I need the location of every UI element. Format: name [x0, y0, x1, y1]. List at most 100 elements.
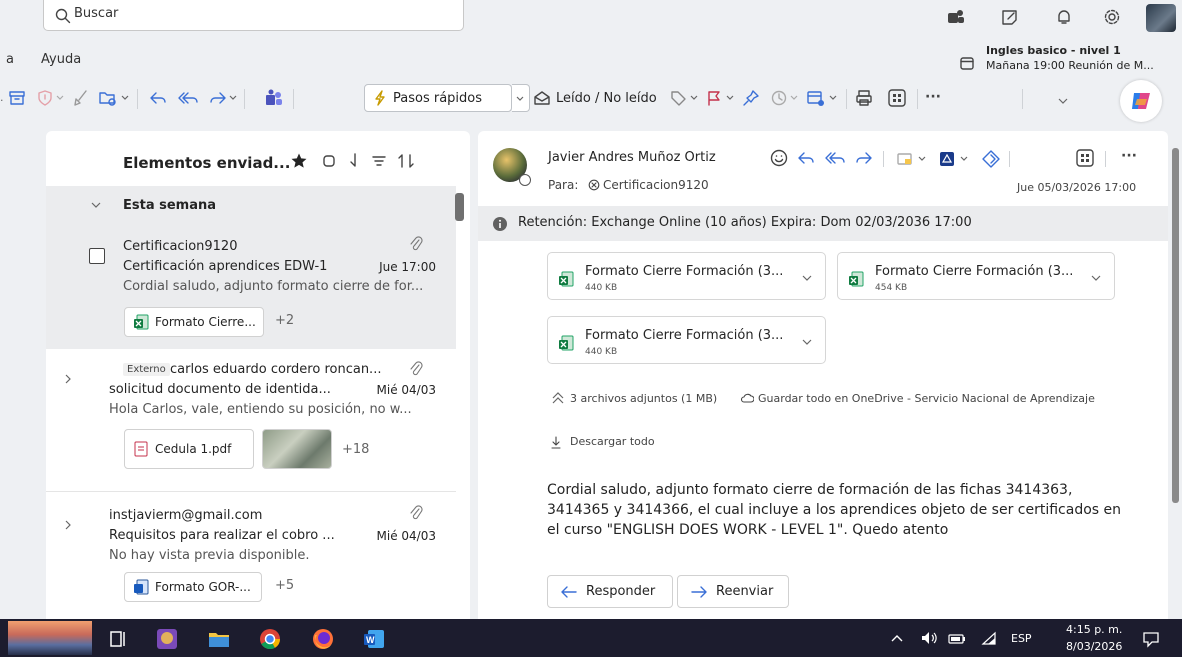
teams-icon[interactable] — [947, 8, 965, 26]
attachment-menu-chevron-icon[interactable] — [801, 274, 813, 284]
note-chevron-icon[interactable] — [917, 154, 927, 164]
more-attachments-count[interactable]: +18 — [342, 442, 369, 457]
forward-button[interactable]: Reenviar — [677, 575, 789, 608]
recipient-name[interactable]: Certificacion9120 — [603, 178, 709, 192]
archive-icon[interactable] — [8, 89, 26, 107]
emoji-reaction-icon[interactable] — [769, 148, 789, 168]
attachment-summary[interactable]: 3 archivos adjuntos (1 MB) — [570, 392, 717, 405]
battery-icon[interactable] — [947, 630, 967, 646]
attachment-chip[interactable]: Formato Cierre... — [124, 307, 264, 337]
flag-chevron-icon[interactable] — [725, 93, 735, 103]
report-chevron-icon[interactable] — [55, 93, 65, 103]
file-explorer-icon[interactable] — [207, 627, 231, 651]
attachment-chip[interactable]: Cedula 1.pdf — [124, 429, 254, 469]
task-view-icon[interactable] — [106, 627, 130, 651]
loop-component-icon[interactable] — [981, 149, 1001, 169]
message-date: Jue 05/03/2026 17:00 — [1017, 181, 1137, 194]
list-scrollbar-thumb[interactable] — [455, 193, 464, 221]
forward-chevron-icon[interactable] — [228, 93, 238, 103]
download-all-link[interactable]: Descargar todo — [570, 435, 655, 448]
move-chevron-icon[interactable] — [120, 93, 130, 103]
teams-share-icon[interactable] — [264, 89, 284, 107]
reminder-title[interactable]: Ingles basico - nivel 1 — [986, 44, 1121, 57]
list-item[interactable]: instjavierm@gmail.com Requisitos para re… — [46, 493, 456, 619]
volume-icon[interactable] — [920, 630, 938, 646]
rules-chevron-icon[interactable] — [828, 93, 838, 103]
desktop-thumbnail[interactable] — [8, 621, 92, 655]
attachment-card[interactable]: Formato Cierre Formación (3... 454 KB — [837, 252, 1115, 300]
move-to-folder-icon[interactable] — [98, 89, 118, 107]
chrome-icon[interactable] — [258, 627, 282, 651]
print-icon[interactable] — [855, 89, 873, 107]
collapse-chevron-icon[interactable] — [551, 391, 565, 405]
attachment-thumbnail[interactable] — [262, 429, 332, 469]
pin-icon[interactable] — [742, 89, 760, 107]
snooze-chevron-icon[interactable] — [789, 93, 799, 103]
sender-name[interactable]: Javier Andres Muñoz Ortiz — [548, 150, 716, 165]
chevron-right-icon[interactable] — [63, 373, 73, 385]
menu-help[interactable]: Ayuda — [41, 52, 81, 67]
sticky-note-icon[interactable] — [896, 151, 914, 167]
attachment-menu-chevron-icon[interactable] — [1090, 274, 1102, 284]
word-icon[interactable]: W — [362, 627, 386, 651]
forward-icon[interactable] — [208, 89, 228, 107]
group-header[interactable]: Esta semana — [46, 186, 456, 224]
select-mode-icon[interactable] — [322, 154, 336, 168]
more-options-button[interactable]: ··· — [925, 89, 941, 105]
sort-icon[interactable] — [397, 152, 415, 170]
reply-all-icon[interactable] — [176, 89, 200, 107]
apps-icon[interactable] — [1075, 148, 1095, 168]
forward-icon[interactable] — [854, 149, 874, 167]
list-item[interactable]: Certificacion9120 Certificación aprendic… — [46, 224, 456, 349]
attachment-card[interactable]: Formato Cierre Formación (3... 440 KB — [547, 252, 826, 300]
menu-partial[interactable]: a — [6, 52, 14, 67]
clock-time[interactable]: 4:15 p. m. — [1066, 623, 1122, 636]
bell-icon[interactable] — [1055, 8, 1073, 26]
tag-icon[interactable] — [669, 89, 687, 107]
reply-button[interactable]: Responder — [547, 575, 673, 608]
chevron-right-icon[interactable] — [63, 519, 73, 531]
read-unread-button[interactable]: Leído / No leído — [533, 84, 657, 112]
notifications-icon[interactable] — [1142, 630, 1160, 648]
reading-scrollbar-thumb[interactable] — [1172, 148, 1179, 503]
show-hidden-icons-chevron-icon[interactable] — [890, 632, 904, 644]
reminder-detail[interactable]: Mañana 19:00 Reunión de M... — [986, 59, 1154, 72]
reply-icon[interactable] — [148, 89, 168, 107]
apps-icon[interactable] — [887, 88, 907, 108]
quick-steps-dropdown[interactable] — [512, 84, 530, 112]
clock-date[interactable]: 8/03/2026 — [1066, 640, 1122, 653]
report-icon[interactable] — [36, 89, 54, 107]
account-avatar[interactable] — [1146, 4, 1176, 32]
jump-to-icon[interactable] — [348, 152, 362, 170]
list-item[interactable]: Externo carlos eduardo cordero roncan...… — [46, 349, 456, 492]
settings-gear-icon[interactable] — [1103, 8, 1121, 26]
favorite-star-icon[interactable] — [290, 152, 308, 170]
attachment-card[interactable]: Formato Cierre Formación (3... 440 KB — [547, 316, 826, 364]
search-input[interactable]: Buscar — [43, 0, 464, 31]
tag-chevron-icon[interactable] — [689, 93, 699, 103]
snooze-clock-icon[interactable] — [770, 89, 788, 107]
filter-icon[interactable] — [371, 154, 387, 168]
feedback-icon[interactable] — [1001, 8, 1019, 26]
attachment-menu-chevron-icon[interactable] — [801, 338, 813, 348]
more-attachments-count[interactable]: +2 — [275, 313, 294, 328]
flag-icon[interactable] — [705, 89, 723, 107]
message-more-options[interactable]: ··· — [1121, 148, 1137, 164]
wifi-icon[interactable] — [980, 630, 998, 646]
firefox-icon[interactable] — [311, 627, 335, 651]
attachment-chip[interactable]: Formato GOR-... — [124, 572, 262, 602]
rules-icon[interactable] — [806, 89, 826, 107]
reply-icon[interactable] — [796, 149, 816, 167]
reply-all-icon[interactable] — [823, 149, 847, 167]
save-to-onedrive-link[interactable]: Guardar todo en OneDrive - Servicio Naci… — [758, 392, 1095, 405]
app-avatar-icon[interactable] — [155, 627, 179, 651]
sweep-icon[interactable] — [72, 89, 90, 107]
more-attachments-count[interactable]: +5 — [275, 578, 294, 593]
pdf-chevron-icon[interactable] — [959, 154, 969, 164]
select-checkbox[interactable] — [89, 248, 105, 264]
input-language[interactable]: ESP — [1011, 632, 1032, 645]
acrobat-pdf-icon[interactable] — [938, 150, 956, 168]
ribbon-expand-chevron-icon[interactable] — [1057, 95, 1069, 107]
copilot-button[interactable] — [1120, 80, 1162, 122]
quick-steps-button[interactable]: Pasos rápidos — [364, 84, 512, 112]
